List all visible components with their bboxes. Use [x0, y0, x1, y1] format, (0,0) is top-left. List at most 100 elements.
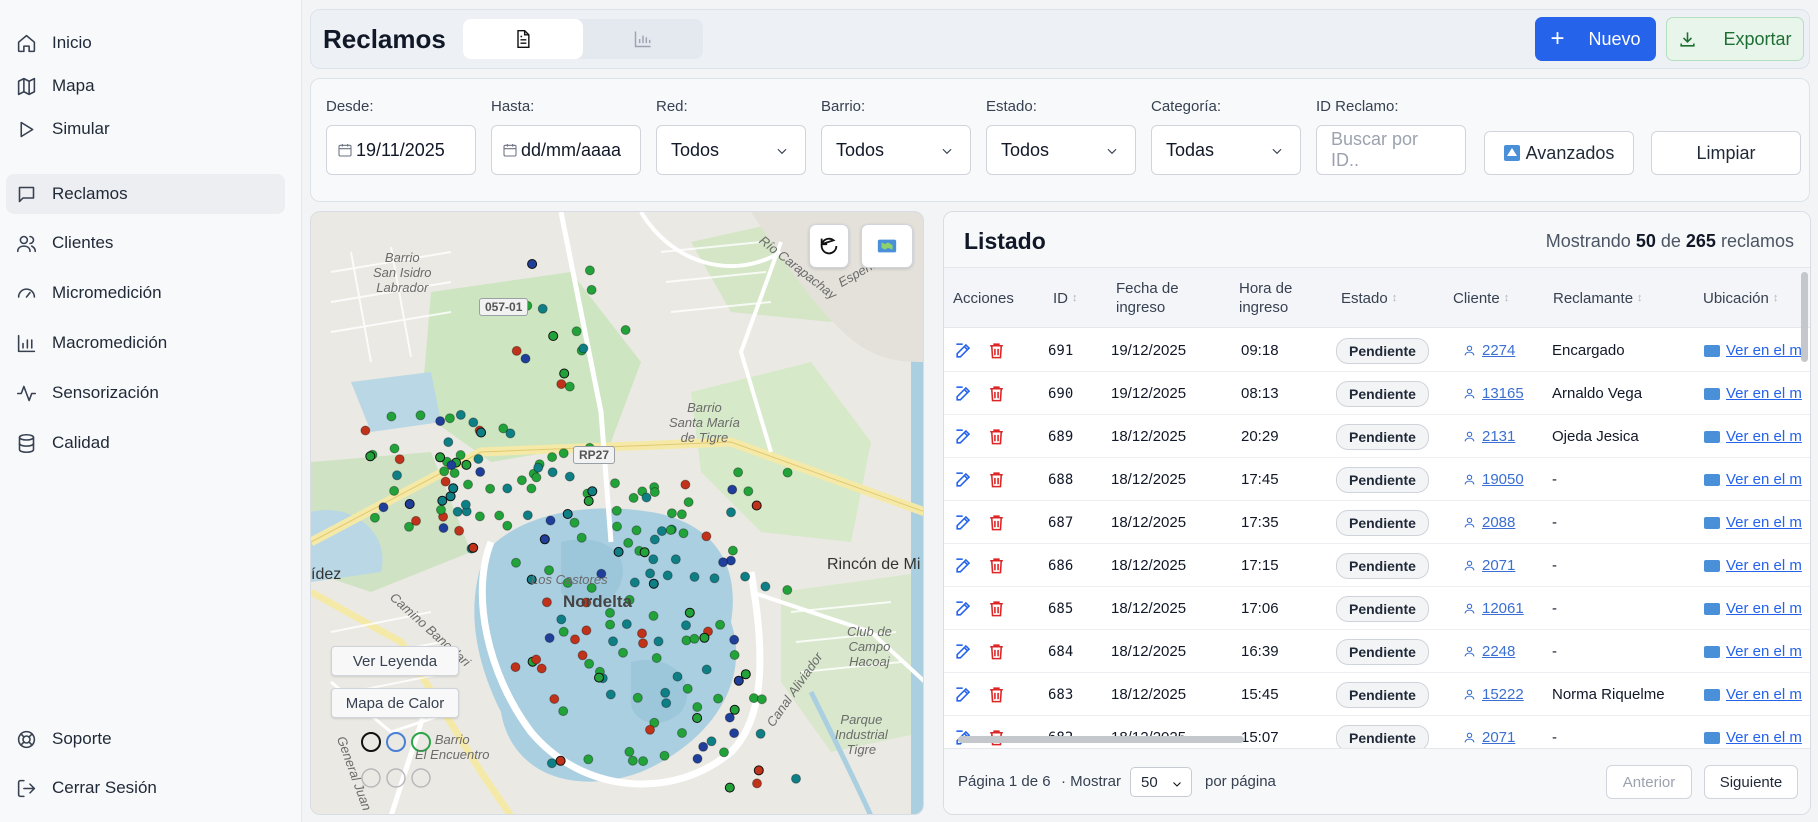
claim-marker[interactable] — [755, 728, 766, 739]
claim-marker[interactable] — [727, 545, 738, 556]
claim-marker[interactable] — [662, 570, 673, 581]
claim-marker[interactable] — [666, 508, 677, 519]
view-on-map-link[interactable]: Ver en el m — [1704, 600, 1802, 617]
claim-marker[interactable] — [546, 758, 557, 769]
edit-icon[interactable] — [954, 470, 973, 489]
view-on-map-link[interactable]: Ver en el m — [1704, 342, 1802, 359]
claim-marker[interactable] — [726, 507, 736, 518]
view-on-map-link[interactable]: Ver en el m — [1704, 643, 1802, 660]
claim-marker[interactable] — [649, 487, 660, 498]
claim-marker[interactable] — [791, 773, 801, 784]
claim-marker[interactable] — [435, 452, 446, 463]
sidebar-item-macromedicion[interactable]: Macromedición — [6, 323, 285, 363]
claim-marker[interactable] — [570, 634, 580, 645]
view-on-map-link[interactable]: Ver en el m — [1704, 514, 1802, 531]
claim-marker[interactable] — [581, 625, 592, 636]
table-row[interactable]: 687 18/12/2025 17:35 Pendiente 2088 - Ver en e… — [944, 501, 1810, 544]
table-row[interactable]: 683 18/12/2025 15:45 Pendiente 15222 Norma Ri… — [944, 673, 1810, 716]
claim-marker[interactable] — [386, 411, 397, 422]
claim-marker[interactable] — [505, 428, 516, 439]
claim-marker[interactable] — [677, 728, 687, 738]
sidebar-item-clientes[interactable]: Clientes — [6, 223, 285, 263]
claim-marker[interactable] — [729, 650, 740, 660]
client-link[interactable]: 13165 — [1463, 385, 1524, 402]
claim-marker[interactable] — [624, 746, 635, 757]
claim-marker[interactable] — [648, 578, 659, 589]
claim-marker[interactable] — [460, 499, 471, 510]
claim-marker[interactable] — [533, 462, 544, 473]
claim-marker[interactable] — [392, 470, 402, 481]
claim-marker[interactable] — [544, 633, 555, 643]
claim-marker[interactable] — [698, 741, 709, 752]
claim-marker[interactable] — [608, 636, 618, 647]
claim-marker[interactable] — [476, 427, 487, 438]
claim-marker[interactable] — [389, 443, 400, 454]
trash-icon[interactable] — [987, 642, 1006, 661]
claim-marker[interactable] — [701, 664, 712, 675]
hasta-date-input[interactable]: dd/mm/aaaa — [491, 125, 641, 175]
claim-marker[interactable] — [706, 736, 717, 747]
edit-icon[interactable] — [954, 513, 973, 532]
claim-marker[interactable] — [455, 450, 466, 460]
claim-marker[interactable] — [660, 687, 671, 698]
view-on-map-link[interactable]: Ver en el m — [1704, 428, 1802, 445]
col-hora[interactable]: Hora de ingreso — [1239, 268, 1292, 328]
trash-icon[interactable] — [987, 341, 1006, 360]
claim-marker[interactable] — [729, 728, 740, 739]
claim-marker[interactable] — [475, 466, 486, 477]
heatmap-button[interactable]: Mapa de Calor — [331, 688, 459, 718]
claim-marker[interactable] — [449, 468, 460, 479]
claim-marker[interactable] — [689, 571, 700, 582]
col-estado[interactable]: Estado ↕ — [1341, 268, 1397, 328]
claim-marker[interactable] — [743, 486, 754, 497]
claim-marker[interactable] — [415, 410, 426, 421]
claim-marker[interactable] — [556, 614, 567, 625]
claim-marker[interactable] — [474, 511, 485, 522]
sidebar-item-simular[interactable]: Simular — [6, 109, 285, 149]
claim-marker[interactable] — [692, 753, 703, 764]
claim-marker[interactable] — [555, 755, 566, 766]
claim-marker[interactable] — [564, 471, 575, 482]
claim-marker[interactable] — [454, 525, 465, 536]
trash-icon[interactable] — [987, 470, 1006, 489]
trash-icon[interactable] — [987, 427, 1006, 446]
claim-marker[interactable] — [549, 694, 560, 704]
claim-marker[interactable] — [389, 485, 400, 496]
claim-marker[interactable] — [455, 409, 466, 420]
claim-marker[interactable] — [527, 259, 538, 269]
claim-marker[interactable] — [537, 303, 548, 314]
claim-marker[interactable] — [656, 526, 667, 537]
claim-marker[interactable] — [369, 512, 380, 523]
claim-marker[interactable] — [411, 515, 421, 526]
claim-marker[interactable] — [468, 542, 479, 553]
claim-marker[interactable] — [436, 504, 446, 515]
claim-marker[interactable] — [680, 479, 691, 490]
edit-icon[interactable] — [954, 642, 973, 661]
table-row[interactable]: 686 18/12/2025 17:15 Pendiente 2071 - Ver en e… — [944, 544, 1810, 587]
table-row[interactable]: 684 18/12/2025 16:39 Pendiente 2248 - Ver en e… — [944, 630, 1810, 673]
client-link[interactable]: 15222 — [1463, 686, 1524, 703]
claim-marker[interactable] — [520, 353, 531, 364]
claim-marker[interactable] — [536, 663, 547, 674]
claim-marker[interactable] — [531, 654, 542, 665]
claim-marker[interactable] — [637, 628, 647, 639]
view-on-map-link[interactable]: Ver en el m — [1704, 729, 1802, 746]
claim-marker[interactable] — [733, 675, 744, 686]
claim-marker[interactable] — [564, 381, 575, 392]
claim-marker[interactable] — [439, 466, 450, 477]
claim-marker[interactable] — [645, 568, 656, 579]
claim-marker[interactable] — [558, 448, 569, 459]
claim-marker[interactable] — [724, 782, 735, 793]
claim-marker[interactable] — [701, 531, 712, 542]
claim-marker[interactable] — [510, 662, 521, 673]
claim-marker[interactable] — [583, 754, 594, 765]
claim-marker[interactable] — [676, 509, 687, 520]
trash-icon[interactable] — [987, 685, 1006, 704]
edit-icon[interactable] — [954, 599, 973, 618]
claim-marker[interactable] — [651, 653, 662, 663]
claim-marker[interactable] — [516, 475, 527, 486]
claim-marker[interactable] — [665, 525, 676, 535]
claim-marker[interactable] — [670, 554, 681, 565]
claim-marker[interactable] — [444, 413, 455, 424]
col-id[interactable]: ID ↕ — [1053, 268, 1078, 328]
